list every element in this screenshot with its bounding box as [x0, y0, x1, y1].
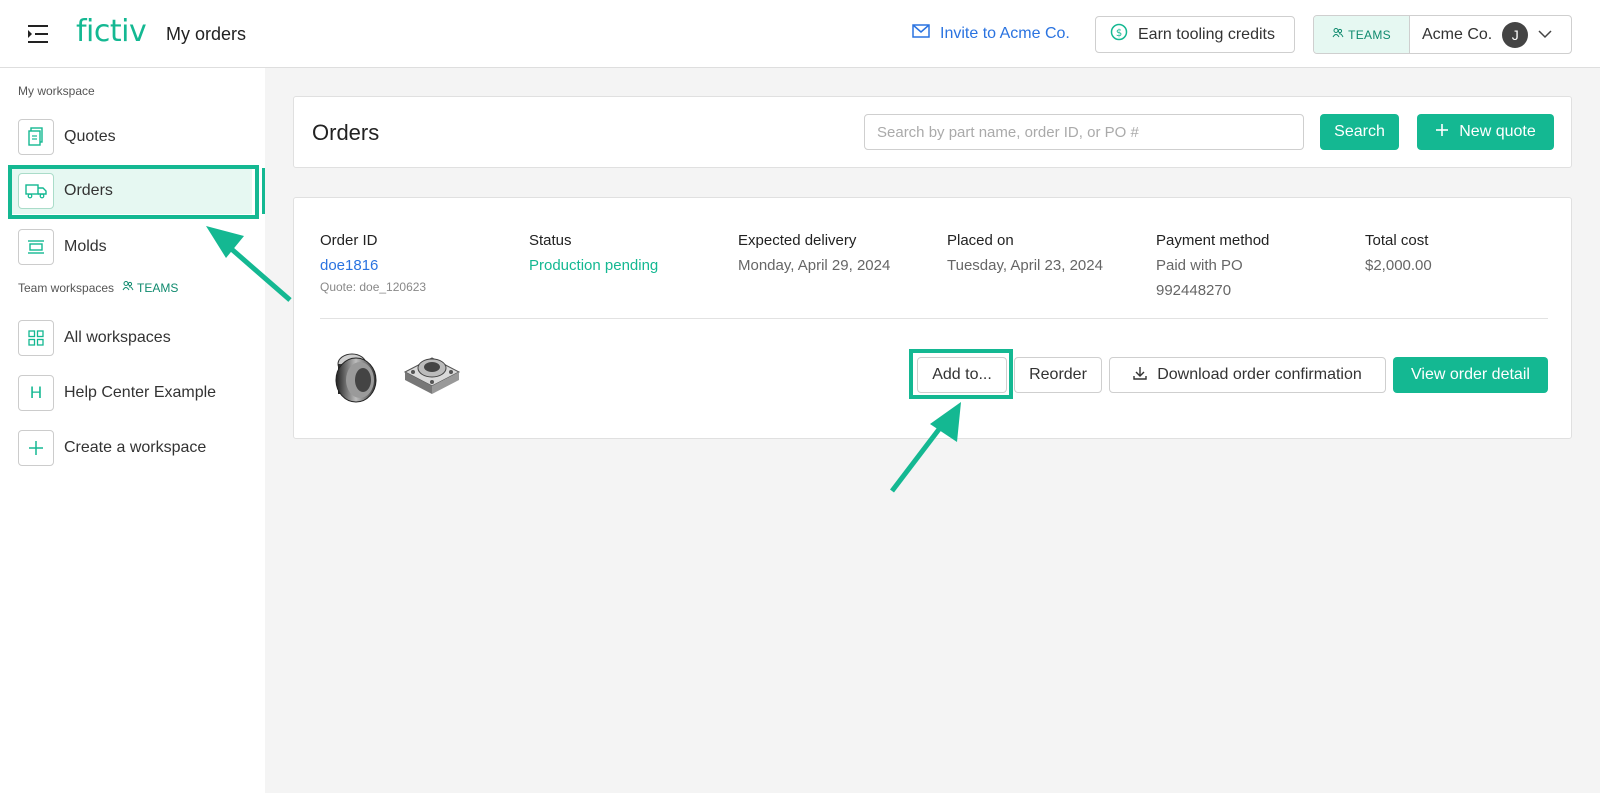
mail-icon: [912, 24, 930, 43]
dollar-circle-icon: $: [1110, 23, 1128, 46]
team-workspaces-heading: Team workspaces TEAMS: [18, 280, 178, 295]
my-workspace-label: My workspace: [18, 84, 95, 98]
teams-tag: TEAMS: [122, 280, 178, 295]
delivery-value: Monday, April 29, 2024: [738, 257, 891, 274]
part-thumbnail-flange[interactable]: [401, 348, 463, 403]
top-header: fictiv My orders Invite to Acme Co. $ Ea…: [0, 0, 1600, 68]
letter-h-icon: H: [18, 375, 54, 411]
orders-highlight-box: [8, 165, 259, 219]
chevron-down-icon: [1538, 26, 1552, 44]
sidebar-item-label: Quotes: [64, 128, 116, 145]
total-heading: Total cost: [1365, 232, 1429, 249]
search-button[interactable]: Search: [1320, 114, 1399, 150]
sidebar-item-create-workspace[interactable]: Create a workspace: [18, 428, 250, 468]
invite-label: Invite to Acme Co.: [940, 24, 1070, 42]
order-id-link[interactable]: doe1816: [320, 253, 426, 278]
download-confirmation-button[interactable]: Download order confirmation: [1109, 357, 1386, 393]
order-divider: [320, 318, 1548, 319]
avatar: J: [1502, 21, 1529, 48]
payment-value-line1: Paid with PO: [1156, 257, 1243, 274]
delivery-column: Expected delivery Monday, April 29, 2024: [738, 228, 890, 278]
account-menu[interactable]: Acme Co. J: [1410, 16, 1571, 53]
my-workspace-heading: My workspace: [18, 84, 95, 98]
download-icon: [1133, 366, 1147, 385]
payment-value-line2: 992448270: [1156, 282, 1232, 299]
sidebar-item-label: All workspaces: [64, 329, 171, 346]
placed-column: Placed on Tuesday, April 23, 2024: [947, 228, 1103, 278]
teams-badge: TEAMS: [1314, 16, 1410, 53]
search-button-label: Search: [1334, 123, 1385, 140]
sidebar-item-all-workspaces[interactable]: All workspaces: [18, 318, 250, 358]
workspace-letter: H: [29, 383, 43, 402]
quote-reference: Quote: doe_120623: [320, 280, 427, 294]
order-card: Order ID doe1816 Quote: doe_120623 Statu…: [293, 197, 1572, 439]
team-workspaces-label: Team workspaces: [18, 280, 115, 295]
active-nav-indicator: [262, 168, 265, 214]
total-column: Total cost $2,000.00: [1365, 228, 1432, 278]
orders-title: Orders: [312, 120, 380, 145]
sidebar-item-molds[interactable]: Molds: [18, 227, 250, 267]
order-id-column: Order ID doe1816 Quote: doe_120623: [320, 228, 426, 296]
placed-heading: Placed on: [947, 232, 1014, 249]
total-value: $2,000.00: [1365, 257, 1432, 274]
quotes-icon: [18, 119, 54, 155]
status-value: Production pending: [529, 257, 659, 274]
invite-link[interactable]: Invite to Acme Co.: [912, 24, 1070, 43]
teams-icon: [1332, 27, 1344, 42]
teams-tag-label: TEAMS: [137, 280, 179, 295]
delivery-heading: Expected delivery: [738, 232, 857, 249]
grid-icon: [18, 320, 54, 356]
menu-toggle-icon[interactable]: [26, 22, 52, 46]
part-thumbnail-bushing[interactable]: [330, 348, 384, 411]
sidebar-item-label: Create a workspace: [64, 439, 207, 456]
payment-heading: Payment method: [1156, 232, 1270, 249]
molds-icon: [18, 229, 54, 265]
reorder-button[interactable]: Reorder: [1014, 357, 1102, 393]
earn-credits-button[interactable]: $ Earn tooling credits: [1095, 16, 1295, 53]
payment-column: Payment method Paid with PO 992448270: [1156, 228, 1269, 303]
sidebar-item-label: Molds: [64, 238, 107, 255]
earn-credits-label: Earn tooling credits: [1138, 25, 1275, 43]
view-order-detail-button[interactable]: View order detail: [1393, 357, 1548, 393]
new-quote-button[interactable]: New quote: [1417, 114, 1554, 150]
teams-icon: [122, 280, 134, 295]
add-to-highlight-box: [909, 349, 1013, 399]
sidebar-item-help-center-example[interactable]: H Help Center Example: [18, 373, 250, 413]
new-quote-label: New quote: [1459, 123, 1536, 140]
sidebar-item-quotes[interactable]: Quotes: [18, 117, 250, 157]
plus-icon: [1435, 123, 1449, 142]
search-input[interactable]: [864, 114, 1304, 150]
status-column: Status Production pending: [529, 228, 658, 278]
page-title: My orders: [166, 24, 247, 44]
account-switcher[interactable]: TEAMS Acme Co. J: [1313, 15, 1572, 54]
sidebar-item-label: Help Center Example: [64, 384, 217, 401]
placed-value: Tuesday, April 23, 2024: [947, 257, 1103, 274]
account-name: Acme Co.: [1422, 25, 1493, 43]
reorder-label: Reorder: [1029, 366, 1087, 383]
teams-label: TEAMS: [1348, 27, 1391, 42]
orders-header-card: Orders Search New quote: [293, 96, 1572, 168]
view-order-detail-label: View order detail: [1411, 366, 1530, 383]
status-heading: Status: [529, 232, 572, 249]
download-label: Download order confirmation: [1157, 366, 1362, 383]
fictiv-logo[interactable]: fictiv: [76, 14, 147, 49]
order-id-heading: Order ID: [320, 232, 378, 249]
svg-text:$: $: [1116, 28, 1122, 39]
plus-icon: [18, 430, 54, 466]
